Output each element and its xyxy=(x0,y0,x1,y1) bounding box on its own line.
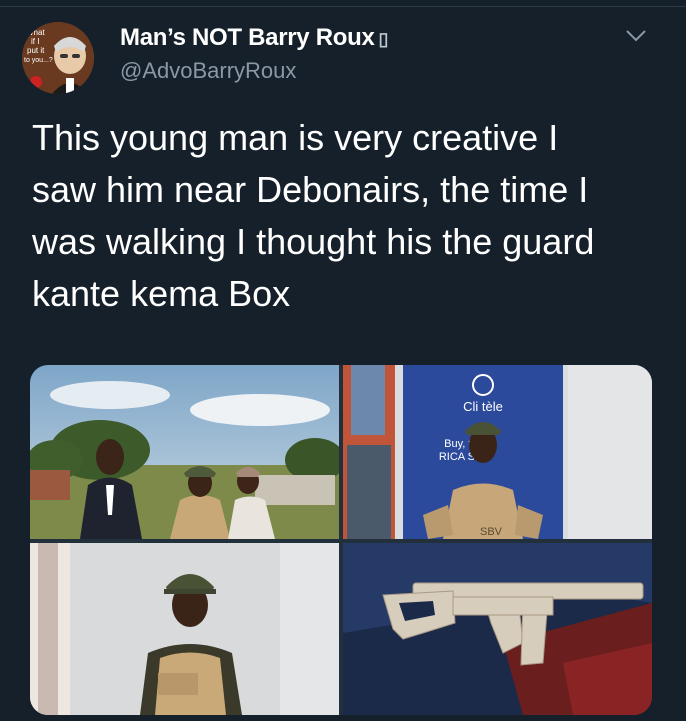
avatar-text-2: if I xyxy=(31,37,39,46)
avatar-text-1: What xyxy=(26,28,45,37)
vest-text: SBV xyxy=(480,526,503,538)
media-photo-2[interactable]: Cli tèle Buy, t & RICA SIM SBV xyxy=(343,365,652,539)
sign-title: Cli tèle xyxy=(463,399,503,414)
author-name-text: Man’s NOT Barry Roux xyxy=(120,24,375,51)
tweet-text: This young man is very creative I saw hi… xyxy=(32,112,672,320)
author-display-name[interactable]: Man’s NOT Barry Roux ▯ xyxy=(120,24,388,52)
avatar-text-4: to you...? xyxy=(24,57,53,64)
tweet-line: kante kema Box xyxy=(32,273,291,314)
avatar-text-3: put it xyxy=(27,46,45,55)
author-handle[interactable]: @AdvoBarryRoux xyxy=(120,58,296,84)
verified-icon: ▯ xyxy=(378,29,389,49)
tweet-media-grid: Cli tèle Buy, t & RICA SIM SBV xyxy=(30,365,652,715)
tweet-line: This young man is very creative I xyxy=(32,117,559,158)
media-photo-3[interactable] xyxy=(30,543,339,715)
top-divider xyxy=(0,6,686,7)
media-photo-1[interactable] xyxy=(30,365,339,539)
chevron-down-icon[interactable] xyxy=(624,26,648,46)
media-photo-4[interactable] xyxy=(343,543,652,715)
tweet-line: was walking I thought his the guard xyxy=(32,221,595,262)
author-avatar[interactable]: What if I put it to you...? xyxy=(22,22,94,94)
tweet-line: saw him near Debonairs, the time I xyxy=(32,169,589,210)
